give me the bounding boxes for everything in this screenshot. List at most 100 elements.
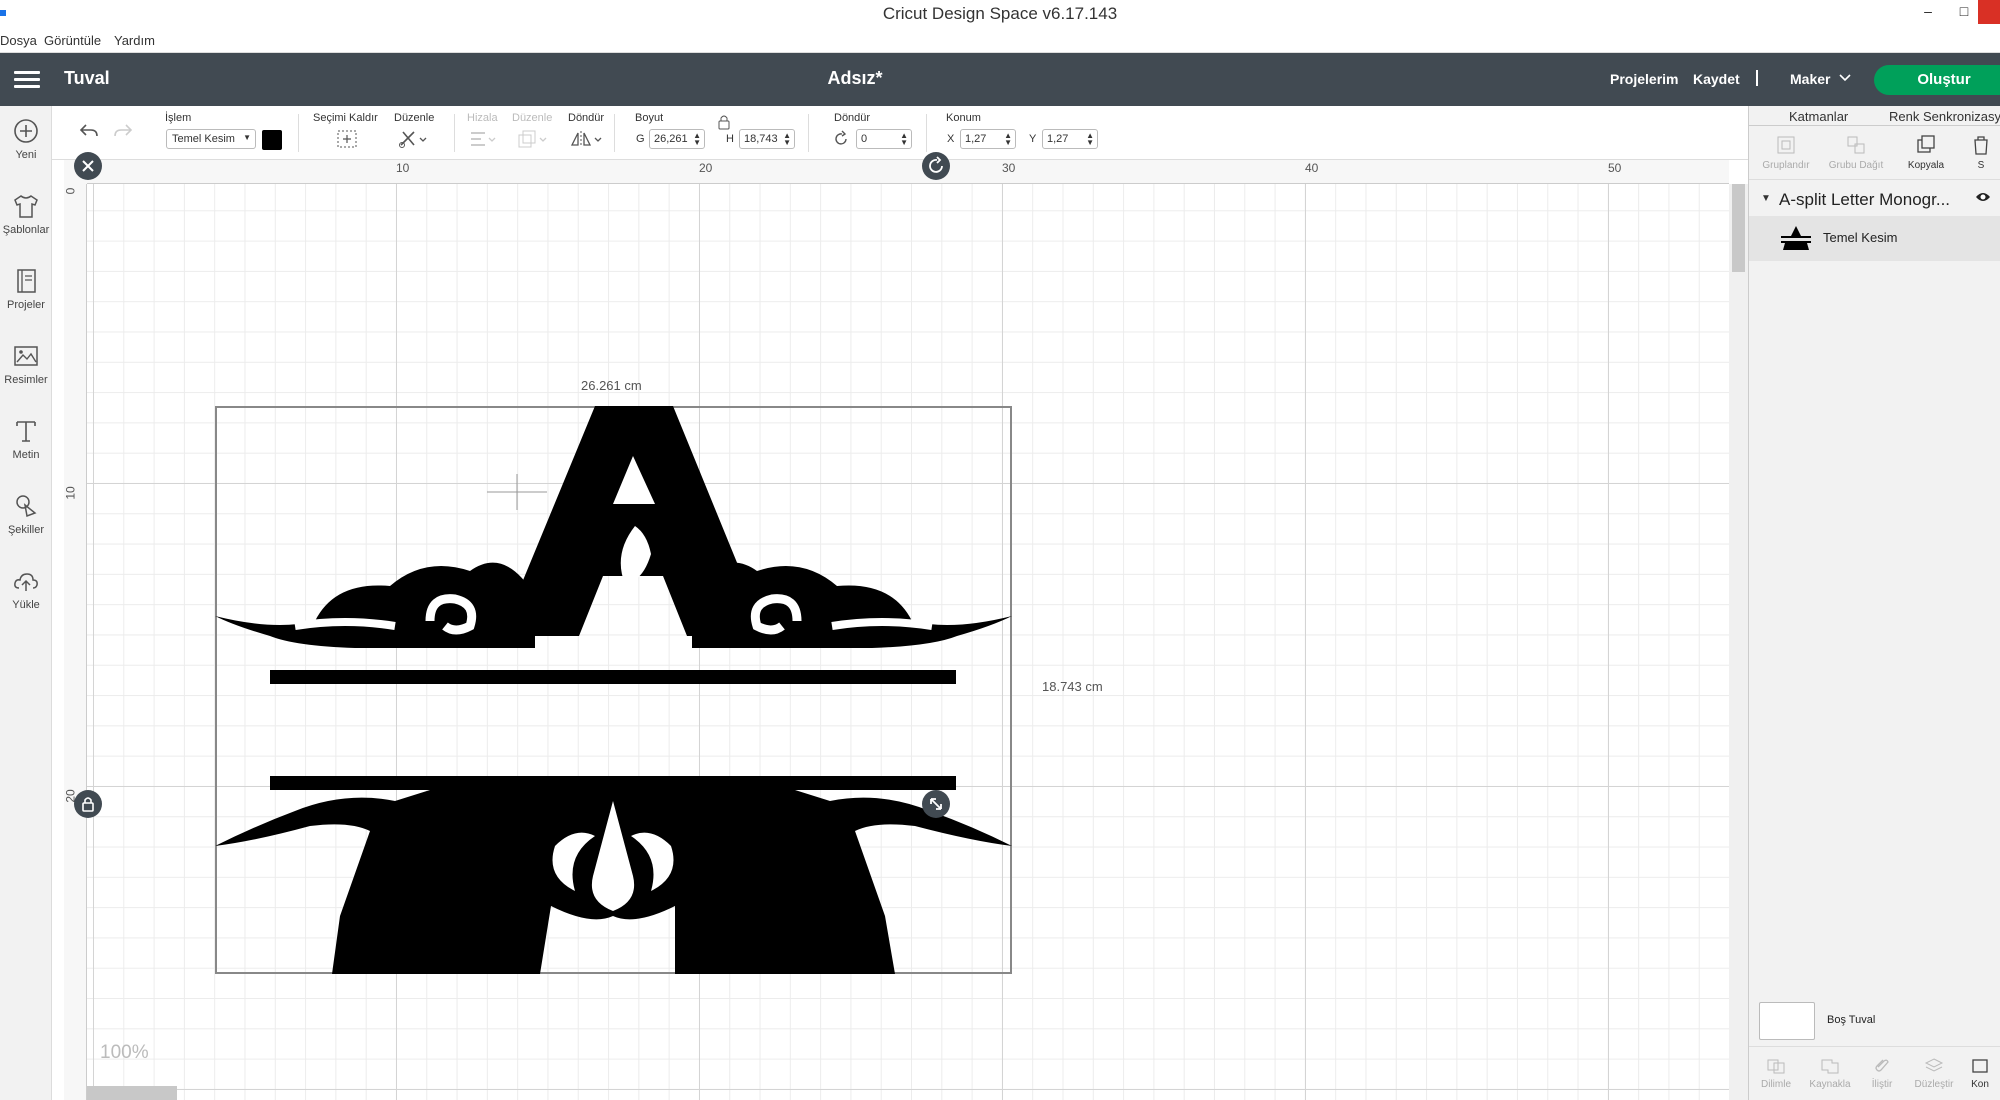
app-header: Tuval Adsız* Projelerim Kaydet Maker Olu… bbox=[0, 53, 2000, 106]
horizontal-scrollbar[interactable] bbox=[87, 1086, 177, 1100]
y-prefix: Y bbox=[1029, 133, 1037, 145]
resize-handle[interactable] bbox=[922, 790, 950, 818]
layer-group[interactable]: ▼ A-split Letter Monogr... bbox=[1749, 186, 2000, 216]
layer-group-name: A-split Letter Monogr... bbox=[1779, 190, 1951, 209]
rotate-label: Döndür bbox=[834, 112, 871, 124]
zoom-control[interactable]: 100% bbox=[100, 1042, 149, 1064]
height-input[interactable]: 18,743 ▲ ▼ bbox=[739, 129, 795, 149]
lock-handle[interactable] bbox=[74, 790, 102, 818]
attach-button: İliştir bbox=[1855, 1057, 1909, 1090]
menu-view[interactable]: Görüntüle bbox=[44, 33, 101, 48]
undo-icon[interactable] bbox=[78, 120, 100, 140]
spinner-icon[interactable]: ▲ ▼ bbox=[783, 132, 791, 147]
edit-toolbar: İşlem Temel Kesim ▼ Seçimi Kaldır Düzenl… bbox=[52, 106, 1748, 160]
edit-tools-icon[interactable] bbox=[398, 129, 430, 149]
flatten-icon bbox=[1924, 1058, 1944, 1072]
shapes-icon bbox=[16, 495, 37, 518]
rotate-handle[interactable] bbox=[922, 152, 950, 180]
sidebar-item-images[interactable]: Resimler bbox=[0, 341, 52, 386]
my-projects-button[interactable]: Projelerim bbox=[1610, 71, 1678, 87]
size-label: Boyut bbox=[635, 112, 664, 124]
sidebar-item-projects[interactable]: Projeler bbox=[0, 266, 52, 311]
ungroup-button: Grubu Dağıt bbox=[1821, 134, 1891, 171]
spinner-icon[interactable]: ▲ ▼ bbox=[1086, 132, 1094, 147]
layer-thumbnail bbox=[1781, 226, 1811, 250]
menu-bar: Dosya Görüntüle Yardım bbox=[0, 29, 2000, 53]
deselect-label: Seçimi Kaldır bbox=[313, 112, 378, 124]
deselect-icon[interactable] bbox=[336, 129, 358, 149]
sidebar-item-new[interactable]: Yeni bbox=[0, 116, 52, 161]
operation-select[interactable]: Temel Kesim ▼ bbox=[166, 129, 256, 149]
rotate-icon bbox=[835, 130, 847, 145]
width-input[interactable]: 26,261 ▲ ▼ bbox=[649, 129, 705, 149]
lock-icon bbox=[82, 797, 94, 812]
group-button: Gruplandır bbox=[1751, 134, 1821, 171]
delete-handle[interactable] bbox=[74, 152, 102, 180]
flip-icon[interactable] bbox=[570, 129, 604, 149]
width-dimension: 26.261 cm bbox=[581, 378, 642, 393]
x-position-input[interactable]: 1,27 ▲ ▼ bbox=[960, 129, 1016, 149]
spinner-icon[interactable]: ▲ ▼ bbox=[900, 132, 908, 147]
close-window-button[interactable] bbox=[1978, 0, 2000, 24]
machine-select[interactable]: Maker bbox=[1790, 71, 1830, 87]
spinner-icon[interactable]: ▲ ▼ bbox=[1004, 132, 1012, 147]
panel-tabs: Katmanlar Renk Senkronizasyo bbox=[1749, 106, 2000, 126]
layer-item[interactable]: Temel Kesim bbox=[1749, 216, 2000, 261]
paperclip-icon bbox=[1875, 1059, 1889, 1072]
blank-canvas-label: Boş Tuval bbox=[1827, 1014, 1876, 1026]
close-icon bbox=[82, 160, 94, 172]
blank-canvas-swatch[interactable] bbox=[1759, 1002, 1815, 1040]
weld-icon bbox=[1821, 1059, 1839, 1074]
y-position-input[interactable]: 1,27 ▲ ▼ bbox=[1042, 129, 1098, 149]
slice-button: Dilimle bbox=[1749, 1057, 1803, 1090]
minimize-button[interactable]: – bbox=[1908, 0, 1948, 24]
center-crosshair bbox=[487, 474, 547, 510]
eye-icon[interactable] bbox=[1975, 190, 1991, 206]
monogram-a-shape[interactable] bbox=[215, 406, 1012, 974]
sidebar-item-text[interactable]: Metin bbox=[0, 416, 52, 461]
save-button[interactable]: Kaydet bbox=[1693, 71, 1740, 87]
text-icon bbox=[16, 421, 36, 442]
menu-file[interactable]: Dosya bbox=[0, 33, 37, 48]
panel-bottom-actions: Dilimle Kaynakla İliştir Düzleştir Kon bbox=[1749, 1046, 2000, 1100]
contour-button[interactable]: Kon bbox=[1959, 1057, 2000, 1090]
window-title: Cricut Design Space v6.17.143 bbox=[882, 4, 1118, 23]
trash-icon bbox=[1974, 136, 1988, 155]
delete-layer-button[interactable]: S bbox=[1961, 134, 2000, 171]
weld-button: Kaynakla bbox=[1803, 1057, 1857, 1090]
title-bar: Cricut Design Space v6.17.143 – □ bbox=[0, 0, 2000, 29]
vertical-scrollbar[interactable] bbox=[1729, 184, 1748, 1100]
chevron-down-icon[interactable] bbox=[1838, 71, 1852, 88]
rotate-icon bbox=[929, 156, 943, 173]
rotate-input[interactable]: 0 ▲ ▼ bbox=[856, 129, 912, 149]
sidebar-item-templates[interactable]: Şablonlar bbox=[0, 191, 52, 236]
caret-down-icon: ▼ bbox=[243, 133, 251, 142]
tab-layers[interactable]: Katmanlar bbox=[1789, 109, 1848, 124]
position-label: Konum bbox=[946, 112, 981, 124]
lock-aspect-icon[interactable] bbox=[717, 114, 731, 130]
edit-label: Düzenle bbox=[394, 112, 435, 124]
align-icon bbox=[471, 132, 496, 146]
tab-color-sync[interactable]: Renk Senkronizasyo bbox=[1889, 109, 2000, 124]
width-prefix: G bbox=[636, 133, 645, 145]
design-canvas[interactable]: 26.261 cm 18.743 cm bbox=[74, 152, 1729, 1100]
arrange-label: Düzenle bbox=[512, 112, 553, 124]
resize-arrows-icon bbox=[930, 798, 942, 810]
make-button[interactable]: Oluştur bbox=[1874, 65, 2000, 95]
sidebar-item-upload[interactable]: Yükle bbox=[0, 566, 52, 611]
ungroup-icon bbox=[1847, 136, 1865, 154]
menu-help[interactable]: Yardım bbox=[114, 33, 155, 48]
spinner-icon[interactable]: ▲ ▼ bbox=[693, 132, 701, 147]
sidebar-item-shapes[interactable]: Şekiller bbox=[0, 491, 52, 536]
redo-icon bbox=[114, 124, 133, 137]
duplicate-button[interactable]: Kopyala bbox=[1891, 134, 1961, 171]
height-prefix: H bbox=[726, 133, 734, 145]
arrange-icon bbox=[518, 130, 547, 148]
caret-down-icon[interactable]: ▼ bbox=[1761, 193, 1771, 204]
ruler-left: 0 10 20 bbox=[63, 184, 87, 1100]
tshirt-icon bbox=[14, 195, 38, 218]
color-swatch[interactable] bbox=[262, 130, 282, 150]
flip-label: Döndür bbox=[568, 112, 605, 124]
layers-panel: Katmanlar Renk Senkronizasyo Gruplandır … bbox=[1748, 106, 2000, 1100]
image-icon bbox=[14, 346, 38, 366]
